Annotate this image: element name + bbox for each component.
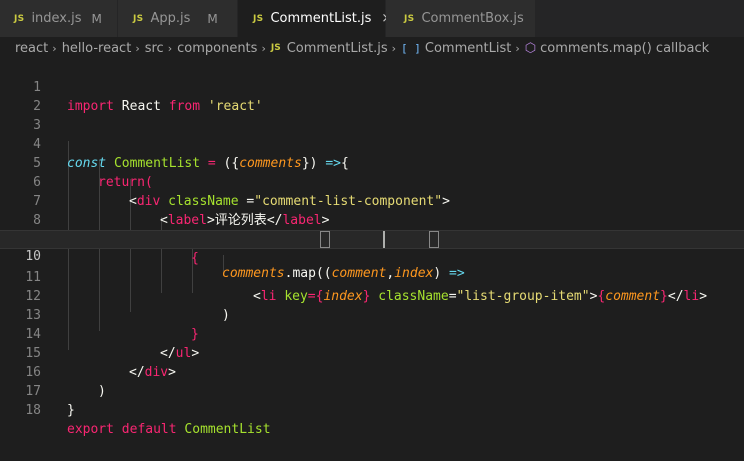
- modified-indicator: M: [207, 11, 218, 26]
- code-line: 11 <li key={index} className="list-group…: [0, 249, 744, 304]
- tab-commentlist-js[interactable]: JS CommentList.js ×: [238, 0, 392, 37]
- chevron-right-icon: ›: [391, 41, 397, 55]
- tab-label: CommentBox.js: [421, 11, 524, 26]
- js-file-icon: JS: [270, 43, 281, 53]
- chevron-right-icon: ›: [135, 41, 140, 55]
- code-line: 15 </div>: [0, 325, 744, 380]
- breadcrumb-item-components[interactable]: components: [177, 41, 257, 56]
- breadcrumb-item-file[interactable]: JS CommentList.js: [271, 41, 388, 56]
- code-line: 6 <div className ="comment-list-componen…: [0, 154, 744, 209]
- bracket-match-highlight: [320, 231, 330, 248]
- code-line: 8 <ul className="list-group mb-3">: [0, 192, 744, 247]
- chevron-right-icon: ›: [261, 41, 266, 55]
- code-content: export default CommentList: [67, 422, 271, 437]
- tab-app-js[interactable]: JS App.js M: [118, 0, 238, 37]
- chevron-right-icon: ›: [167, 41, 173, 55]
- breadcrumb: react › hello-react › src › components ›…: [0, 37, 744, 59]
- editor-tab-bar: JS index.js M JS App.js M JS CommentList…: [0, 0, 744, 37]
- text-cursor: [383, 231, 385, 248]
- modified-indicator: M: [91, 11, 102, 26]
- breadcrumb-item-class[interactable]: [ ] CommentList: [401, 41, 511, 56]
- line-number: 18: [25, 403, 41, 418]
- tab-label: index.js: [31, 11, 82, 26]
- vscode-editor-window: JS index.js M JS App.js M JS CommentList…: [0, 0, 744, 461]
- code-line: 2: [0, 78, 744, 114]
- symbol-method-icon: ⬡: [524, 40, 537, 56]
- chevron-right-icon: ›: [52, 41, 57, 55]
- tab-commentbox-js[interactable]: JS CommentBox.js: [386, 0, 536, 37]
- js-file-icon: JS: [253, 13, 264, 24]
- code-line: 16 ): [0, 344, 744, 399]
- code-line: 3: [0, 97, 744, 133]
- code-line: 9 {: [0, 211, 744, 266]
- breadcrumb-item-react[interactable]: react: [15, 41, 48, 56]
- code-content: }: [67, 403, 75, 418]
- code-line-current: 10 comments.map((comment,index) =>: [0, 230, 744, 281]
- code-line: 1 import React from 'react': [0, 59, 744, 114]
- code-line: 5 return(: [0, 135, 744, 190]
- code-line: 14 </ul>: [0, 306, 744, 361]
- breadcrumb-item-callback[interactable]: ⬡ comments.map() callback: [525, 41, 709, 56]
- breadcrumb-item-src[interactable]: src: [145, 41, 164, 56]
- bracket-match-highlight: [429, 231, 439, 248]
- code-line: 17 }: [0, 363, 744, 418]
- tab-label: App.js: [150, 11, 191, 26]
- breadcrumb-item-hello-react[interactable]: hello-react: [62, 41, 132, 56]
- code-line: 7 <label>评论列表</label>: [0, 173, 744, 228]
- symbol-variable-icon: [ ]: [401, 41, 421, 55]
- code-line: 18 export default CommentList: [0, 382, 744, 437]
- js-file-icon: JS: [133, 13, 144, 24]
- tab-label: CommentList.js: [270, 11, 372, 26]
- code-editor[interactable]: 1 import React from 'react' 2 3 4 const …: [0, 59, 744, 461]
- js-file-icon: JS: [404, 13, 415, 24]
- code-line: 13 }: [0, 287, 744, 342]
- code-line: 4 const CommentList = ({comments}) =>{: [0, 116, 744, 171]
- chevron-right-icon: ›: [515, 41, 520, 55]
- tab-index-js[interactable]: JS index.js M: [0, 0, 118, 37]
- code-line: 12 ): [0, 268, 744, 323]
- js-file-icon: JS: [14, 13, 25, 24]
